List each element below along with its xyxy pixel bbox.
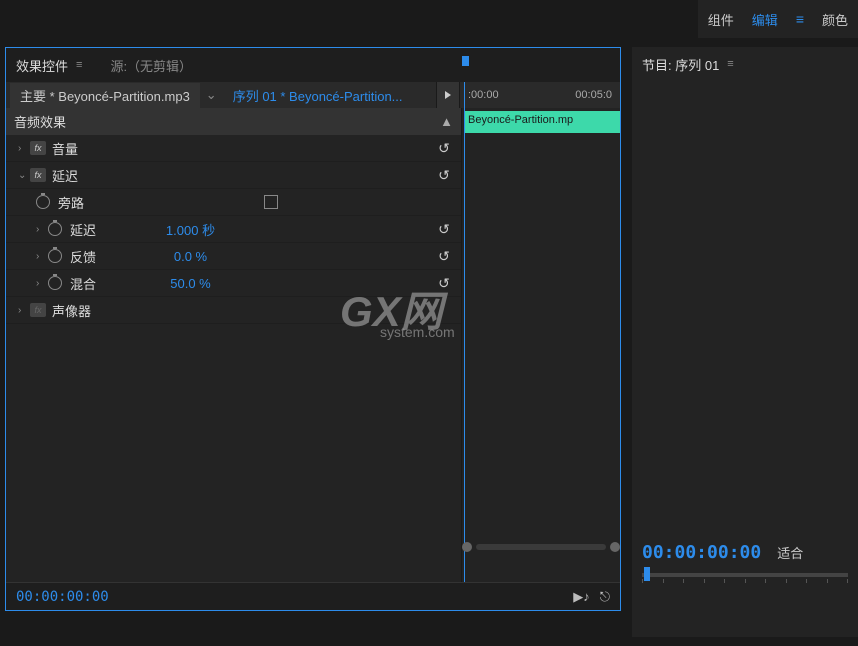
effect-controls-panel: 效果控件 ≡ 源:（无剪辑） 主要 * Beyoncé-Partition.mp… <box>5 47 621 611</box>
chevron-down-icon: ⌄ <box>18 170 30 181</box>
timeline-area[interactable]: Beyoncé-Partition.mp <box>462 108 620 582</box>
scroll-handle-right[interactable] <box>610 542 620 552</box>
playhead[interactable] <box>464 82 465 582</box>
effect-label: 延迟 <box>52 166 78 185</box>
playhead-handle[interactable] <box>462 56 469 66</box>
play-button[interactable] <box>436 82 460 108</box>
chevron-down-icon[interactable]: ⌄ <box>206 87 217 103</box>
timeline-ruler[interactable]: :00:00 00:05:0 <box>460 82 620 108</box>
reset-icon[interactable]: ↺ <box>435 221 453 238</box>
param-label: 旁路 <box>58 193 84 212</box>
stopwatch-icon[interactable] <box>48 249 62 263</box>
scroll-thumb[interactable] <box>476 544 606 550</box>
param-label: 混合 <box>70 274 96 293</box>
timeline-start: :00:00 <box>468 89 499 101</box>
tab-edit[interactable]: 编辑 <box>752 10 778 29</box>
effect-volume[interactable]: › fx 音量 ↺ <box>6 135 461 162</box>
chevron-right-icon: › <box>18 143 30 154</box>
triangle-up-icon: ▲ <box>440 114 453 129</box>
section-label: 音频效果 <box>14 112 66 131</box>
timeline-scrollbar[interactable] <box>462 540 620 554</box>
param-value[interactable]: 1.000 秒 <box>166 220 215 239</box>
audio-effects-header[interactable]: 音频效果 ▲ <box>6 108 461 135</box>
param-label: 反馈 <box>70 247 96 266</box>
stopwatch-icon[interactable] <box>48 222 62 236</box>
effect-label: 声像器 <box>52 301 91 320</box>
param-value[interactable]: 50.0 % <box>170 276 210 291</box>
source-label: 源:（无剪辑） <box>110 56 192 75</box>
reset-icon[interactable]: ↺ <box>435 140 453 157</box>
export-icon[interactable]: ⎋ <box>600 589 610 605</box>
fx-badge-icon[interactable]: fx <box>30 168 46 182</box>
stopwatch-icon[interactable] <box>36 195 50 209</box>
tab-components[interactable]: 组件 <box>708 10 734 29</box>
panel-title: 节目: 序列 01 <box>642 55 719 74</box>
reset-icon[interactable]: ↺ <box>435 167 453 184</box>
param-feedback: › 反馈 0.0 % ↺ <box>6 243 461 270</box>
reset-icon[interactable]: ↺ <box>435 275 453 292</box>
timecode-display[interactable]: 00:00:00:00 <box>16 589 109 605</box>
tab-color[interactable]: 颜色 <box>822 10 848 29</box>
effect-panner[interactable]: › fx 声像器 <box>6 297 461 324</box>
chevron-right-icon: › <box>36 278 48 289</box>
master-clip-tab[interactable]: 主要 * Beyoncé-Partition.mp3 <box>10 83 200 108</box>
chevron-right-icon: › <box>36 251 48 262</box>
param-label: 延迟 <box>70 220 96 239</box>
program-timecode[interactable]: 00:00:00:00 <box>642 542 761 563</box>
scroll-handle-left[interactable] <box>462 542 472 552</box>
program-monitor-panel: 节目: 序列 01 ≡ 00:00:00:00 适合 <box>632 47 858 637</box>
panel-menu-icon[interactable]: ≡ <box>76 59 82 71</box>
effect-delay[interactable]: ⌄ fx 延迟 ↺ <box>6 162 461 189</box>
zoom-fit-dropdown[interactable]: 适合 <box>777 543 803 562</box>
param-mix: › 混合 50.0 % ↺ <box>6 270 461 297</box>
panel-title: 效果控件 <box>16 56 68 75</box>
chevron-right-icon: › <box>36 224 48 235</box>
param-bypass: 旁路 <box>6 189 461 216</box>
fx-badge-icon[interactable]: fx <box>30 141 46 155</box>
param-delay: › 延迟 1.000 秒 ↺ <box>6 216 461 243</box>
fx-badge-icon[interactable]: fx <box>30 303 46 317</box>
stopwatch-icon[interactable] <box>48 276 62 290</box>
timeline-end: 00:05:0 <box>575 89 612 101</box>
sequence-clip-label[interactable]: 序列 01 * Beyoncé-Partition... <box>223 83 413 108</box>
toggle-icon[interactable]: ▶♪ <box>573 589 590 605</box>
bypass-checkbox[interactable] <box>264 195 278 209</box>
reset-icon[interactable]: ↺ <box>435 248 453 265</box>
chevron-right-icon: › <box>18 305 30 316</box>
program-scrubber[interactable] <box>642 573 848 577</box>
param-value[interactable]: 0.0 % <box>174 249 207 264</box>
panel-menu-icon[interactable]: ≡ <box>727 58 733 70</box>
hamburger-icon[interactable]: ≡ <box>796 11 804 27</box>
effect-label: 音量 <box>52 139 78 158</box>
master-clip-label: 主要 * Beyoncé-Partition.mp3 <box>20 86 190 105</box>
clip-bar[interactable]: Beyoncé-Partition.mp <box>464 111 620 133</box>
play-icon <box>445 91 451 99</box>
